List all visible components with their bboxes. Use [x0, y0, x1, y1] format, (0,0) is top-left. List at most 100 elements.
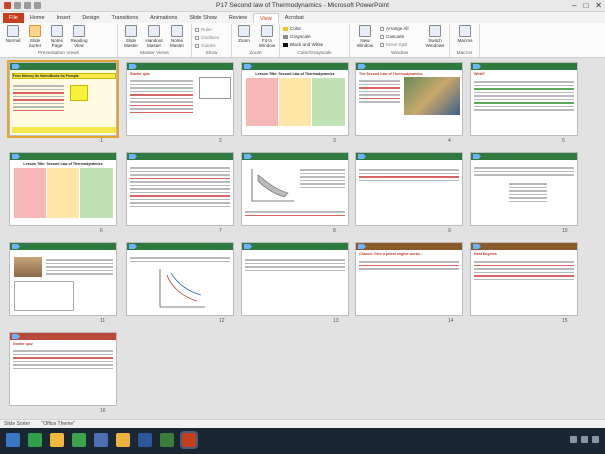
slide-thumbnail-6[interactable]: Lesson Title: Second Law of Thermodynami… [9, 152, 117, 226]
group-label: Show [205, 51, 218, 56]
ruler-checkbox[interactable]: Ruler [195, 27, 212, 32]
slide-master-button[interactable]: Slide Master [120, 25, 142, 48]
slide-sorter-button[interactable]: Slide Sorter [24, 25, 46, 48]
slide-thumbnail-16[interactable]: Starter quiz [9, 332, 117, 406]
system-tray [570, 436, 599, 443]
switch-windows-button[interactable]: Switch Windows [424, 25, 446, 48]
slide-thumbnail-8[interactable] [241, 152, 349, 226]
slide-header [127, 243, 233, 250]
slide-text [13, 348, 113, 371]
tab-acrobat[interactable]: Acrobat [279, 13, 310, 23]
start-icon[interactable] [6, 433, 20, 447]
black-and-white-button[interactable]: Black and White [283, 42, 323, 47]
slide-diagram [199, 77, 231, 99]
slide-number: 11 [100, 318, 106, 324]
slide-number: 7 [219, 228, 222, 234]
taskbar-app-icon[interactable] [138, 433, 152, 447]
group-label: Color/Grayscale [297, 51, 332, 56]
tab-file[interactable]: File [3, 13, 24, 23]
minimize-button[interactable]: – [572, 1, 576, 10]
powerpoint-taskbar-icon[interactable] [182, 433, 196, 447]
slide-header [471, 243, 577, 250]
group-window: New Window Arrange All Cascade Move Spli… [350, 24, 450, 57]
tray-icon[interactable] [581, 436, 588, 443]
slide-thumbnail-14[interactable]: Chance: Give a petrol engine works... [355, 242, 463, 316]
normal-view-icon [7, 25, 19, 37]
color-button[interactable]: Color [283, 26, 301, 31]
taskbar-app-icon[interactable] [72, 433, 86, 447]
slide-text [130, 165, 230, 209]
normal-view-button[interactable]: Normal [2, 25, 24, 43]
tab-review[interactable]: Review [223, 13, 253, 23]
window-controls: – □ ✕ [572, 1, 602, 10]
taskbar-app-icon[interactable] [160, 433, 174, 447]
tab-insert[interactable]: Insert [51, 13, 77, 23]
slide-title: The Second Law of Thermodynamics [359, 72, 423, 76]
taskbar-app-icon[interactable] [50, 433, 64, 447]
fit-to-window-button[interactable]: Fit to Window [256, 25, 278, 48]
slide-thumbnail-1[interactable]: From Memory No Notes/Books No Prompts [7, 60, 119, 138]
tab-slide-show[interactable]: Slide Show [183, 13, 223, 23]
notes-master-icon [171, 25, 183, 37]
slide-text [130, 78, 193, 115]
group-color-grayscale: Color Grayscale Black and White Color/Gr… [280, 24, 350, 57]
slide-number: 5 [562, 138, 565, 144]
guides-checkbox[interactable]: Guides [195, 43, 216, 48]
slide-number: 16 [100, 408, 106, 414]
tab-home[interactable]: Home [24, 13, 51, 23]
slide-header [10, 333, 116, 340]
table-column-amber [47, 168, 79, 218]
reading-view-button[interactable]: Reading View [68, 25, 90, 48]
slide-thumbnail-13[interactable] [241, 242, 349, 316]
tab-transitions[interactable]: Transitions [105, 13, 144, 23]
slide-number: 15 [562, 318, 568, 324]
tab-design[interactable]: Design [76, 13, 105, 23]
gridlines-checkbox[interactable]: Gridlines [195, 35, 219, 40]
zoom-button[interactable]: Zoom [233, 25, 255, 43]
tray-icon[interactable] [570, 436, 577, 443]
taskbar-app-icon[interactable] [28, 433, 42, 447]
grayscale-button[interactable]: Grayscale [283, 34, 311, 39]
notes-page-button[interactable]: Notes Page [46, 25, 68, 48]
slide-sorter-area[interactable]: From Memory No Notes/Books No Prompts 1 … [0, 58, 605, 419]
tab-view[interactable]: View [252, 13, 279, 23]
table-column-green [80, 168, 113, 218]
taskbar [0, 428, 605, 454]
new-window-button[interactable]: New Window [354, 25, 376, 48]
taskbar-app-icon[interactable] [116, 433, 130, 447]
slide-title: Starter quiz [13, 342, 33, 346]
slide-thumbnail-7[interactable] [126, 152, 234, 226]
slide-thumbnail-10[interactable] [470, 152, 578, 226]
slide-thumbnail-11[interactable] [9, 242, 117, 316]
switch-windows-icon [429, 25, 441, 37]
tab-animations[interactable]: Animations [144, 13, 183, 23]
slide-thumbnail-9[interactable] [355, 152, 463, 226]
maximize-button[interactable]: □ [583, 1, 588, 10]
slide-text [359, 167, 459, 183]
slide-text [359, 78, 400, 105]
slide-thumbnail-5[interactable]: What? [470, 62, 578, 136]
slide-text [300, 167, 345, 190]
handout-master-button[interactable]: Handout Master [143, 25, 165, 48]
cascade-button[interactable]: Cascade [380, 34, 404, 39]
slide-header [356, 63, 462, 70]
grayscale-swatch [283, 35, 288, 39]
tray-icon[interactable] [592, 436, 599, 443]
macros-button[interactable]: Macros [454, 25, 476, 43]
slide-thumbnail-2[interactable]: Starter quiz [126, 62, 234, 136]
slide-thumbnail-4[interactable]: The Second Law of Thermodynamics [355, 62, 463, 136]
slide-master-icon [125, 25, 137, 37]
notes-master-button[interactable]: Notes Master [166, 25, 188, 48]
slide-thumbnail-3[interactable]: Lesson Title: Second Law of Thermodynami… [241, 62, 349, 136]
slide-thumbnail-12[interactable] [126, 242, 234, 316]
slide-title: Lesson Title: Second Law of Thermodynami… [255, 72, 335, 76]
close-button[interactable]: ✕ [595, 1, 602, 10]
slide-number: 14 [448, 318, 454, 324]
slide-header [10, 153, 116, 160]
arrange-all-button[interactable]: Arrange All [380, 26, 408, 31]
move-split-button[interactable]: Move Split [380, 42, 407, 47]
slide-thumbnail-15[interactable]: Heat Engines [470, 242, 578, 316]
slide-text [245, 257, 345, 273]
taskbar-app-icon[interactable] [94, 433, 108, 447]
slide-diagram [14, 281, 74, 311]
